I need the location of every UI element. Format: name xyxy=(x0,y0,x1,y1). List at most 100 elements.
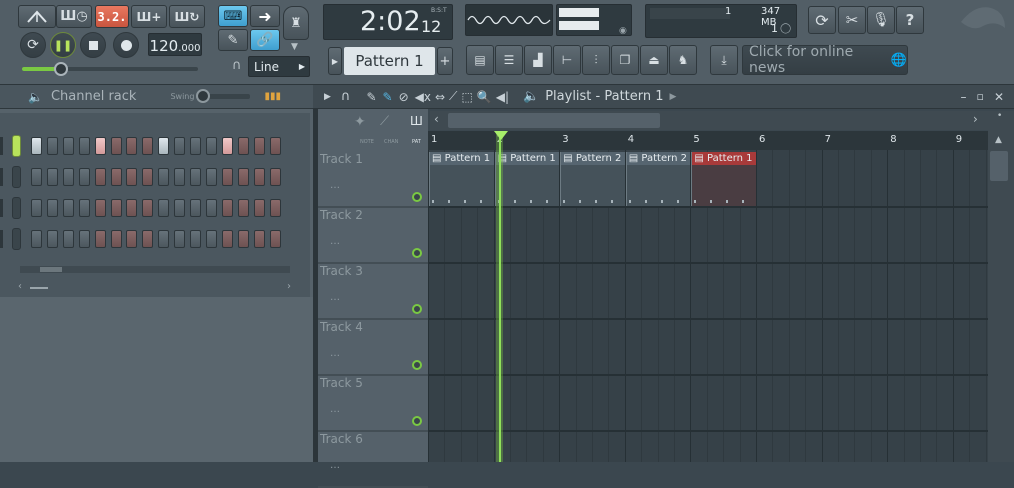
track-more-icon[interactable]: … xyxy=(330,236,340,247)
step-button[interactable] xyxy=(253,199,265,217)
playhead-line[interactable] xyxy=(499,131,501,462)
link-button[interactable]: 🔗 xyxy=(250,29,280,51)
track-label[interactable]: Track 3 xyxy=(320,264,363,278)
browser-window-button[interactable]: ⊢ xyxy=(553,45,581,75)
paint-tool-icon[interactable]: ✎ xyxy=(383,90,393,104)
track-label[interactable]: Track 1 xyxy=(320,152,363,166)
minimize-icon[interactable]: – xyxy=(960,90,966,104)
channel-select-led[interactable] xyxy=(12,228,21,250)
online-news-button[interactable]: Click for online news 🌐 xyxy=(742,44,908,76)
step-button[interactable] xyxy=(78,168,90,186)
track-mute-led[interactable] xyxy=(412,192,422,202)
wait-for-input-button[interactable]: ♜ xyxy=(283,6,309,40)
channel-rack-scrollbar[interactable] xyxy=(20,266,290,273)
metronome-button[interactable] xyxy=(18,5,56,28)
channel-select-led[interactable] xyxy=(12,166,21,188)
step-button[interactable] xyxy=(31,230,42,248)
step-button[interactable] xyxy=(110,199,122,217)
add-pattern-button[interactable]: + xyxy=(437,47,453,75)
track-label[interactable]: Track 5 xyxy=(320,376,363,390)
slice-tool-icon[interactable]: ⟋ xyxy=(449,89,457,104)
delete-tool-icon[interactable]: ⊘ xyxy=(399,90,409,104)
step-button[interactable] xyxy=(174,168,186,186)
mixer-window-button[interactable]: ⫶ xyxy=(582,45,610,75)
track-mute-led[interactable] xyxy=(412,360,422,370)
undo-button[interactable]: ⟳ xyxy=(808,6,836,34)
master-volume-slider[interactable] xyxy=(22,62,198,76)
step-button[interactable] xyxy=(269,230,281,248)
step-button[interactable] xyxy=(62,199,74,217)
step-button[interactable] xyxy=(142,168,154,186)
track-more-icon[interactable]: … xyxy=(330,180,340,191)
playlist-vertical-scrollbar[interactable]: • ▲ xyxy=(988,111,1014,462)
step-button[interactable] xyxy=(205,137,217,155)
timeline-ruler[interactable]: 123456789 xyxy=(428,131,988,150)
master-volume-knob[interactable] xyxy=(54,62,68,76)
step-button[interactable] xyxy=(46,230,58,248)
step-button[interactable] xyxy=(221,199,233,217)
track-label[interactable]: Track 4 xyxy=(320,320,363,334)
step-button[interactable] xyxy=(221,137,233,155)
countdown-button[interactable]: Ш◷ xyxy=(56,5,92,28)
step-button[interactable] xyxy=(221,168,233,186)
step-button[interactable] xyxy=(94,168,106,186)
step-button[interactable] xyxy=(253,230,265,248)
pattern-clip[interactable]: ▤ Pattern 1 xyxy=(429,152,494,206)
step-button[interactable] xyxy=(62,230,74,248)
step-button[interactable] xyxy=(126,199,138,217)
chevron-down-icon[interactable]: ▼ xyxy=(291,42,298,52)
record-button[interactable] xyxy=(113,32,139,58)
note-tool-icon[interactable]: ✦ xyxy=(354,114,366,130)
tempo-display[interactable]: 120 .000 xyxy=(148,33,202,56)
track-mute-led[interactable] xyxy=(412,304,422,314)
step-button[interactable] xyxy=(174,137,186,155)
track-more-icon[interactable]: … xyxy=(330,348,340,359)
pattern-clip[interactable]: ▤ Pattern 2 xyxy=(625,152,691,206)
typing-keyboard-button[interactable]: ⌨ xyxy=(218,5,248,27)
step-button[interactable] xyxy=(78,199,90,217)
step-button[interactable] xyxy=(94,199,106,217)
cut-tool-button[interactable]: ✂ xyxy=(838,6,866,34)
scroll-right-arrow-icon[interactable]: › xyxy=(973,112,978,126)
step-button[interactable] xyxy=(190,230,201,248)
step-button[interactable] xyxy=(269,168,281,186)
track-mute-led[interactable] xyxy=(412,248,422,258)
magnet-snap-icon[interactable]: ∩ xyxy=(341,89,351,104)
arrow-button[interactable]: ➜ xyxy=(250,5,280,27)
step-button[interactable] xyxy=(174,230,186,248)
scroll-right-icon[interactable]: › xyxy=(287,281,291,292)
record-audio-button[interactable]: 🎙 xyxy=(867,6,895,34)
step-button[interactable] xyxy=(46,199,58,217)
track-label[interactable]: Track 2 xyxy=(320,208,363,222)
step-button[interactable] xyxy=(110,230,122,248)
step-button[interactable] xyxy=(110,137,122,155)
track-more-icon[interactable]: … xyxy=(330,404,340,415)
maximize-icon[interactable]: ▫ xyxy=(976,90,983,103)
step-button[interactable] xyxy=(126,168,138,186)
track-label[interactable]: Track 6 xyxy=(320,432,363,446)
step-button[interactable] xyxy=(31,168,42,186)
pattern-clip[interactable]: ▤ Pattern 1 xyxy=(494,152,560,206)
pattern-song-toggle[interactable]: ⟳ xyxy=(20,32,46,58)
meter-toggle-icon[interactable]: ◉ xyxy=(619,26,627,36)
plugin-button[interactable]: ⏏ xyxy=(640,45,668,75)
scroll-thumb[interactable] xyxy=(40,267,62,272)
swing-knob[interactable] xyxy=(196,89,211,103)
play-button[interactable]: ❚❚ xyxy=(50,32,76,58)
playlist-window-button[interactable]: ▤ xyxy=(466,45,494,75)
step-button[interactable] xyxy=(31,137,42,155)
step-button[interactable] xyxy=(46,168,58,186)
download-button[interactable]: ⤓ xyxy=(710,45,738,75)
plugin-picker-button[interactable]: ♞ xyxy=(669,45,697,75)
step-button[interactable] xyxy=(158,199,170,217)
step-button[interactable] xyxy=(142,137,154,155)
step-button[interactable] xyxy=(221,230,233,248)
pattern-clip[interactable]: ▤ Pattern 2 xyxy=(560,152,625,206)
select-tool-icon[interactable]: ⬚ xyxy=(461,90,472,104)
step-button[interactable] xyxy=(237,168,249,186)
step-button[interactable] xyxy=(62,137,74,155)
scroll-left-icon[interactable]: ‹ xyxy=(18,281,22,292)
track-mute-led[interactable] xyxy=(412,416,422,426)
mute-tool-icon[interactable]: ◀x xyxy=(415,90,431,104)
loop-record-button[interactable]: Ш↻ xyxy=(169,5,205,28)
